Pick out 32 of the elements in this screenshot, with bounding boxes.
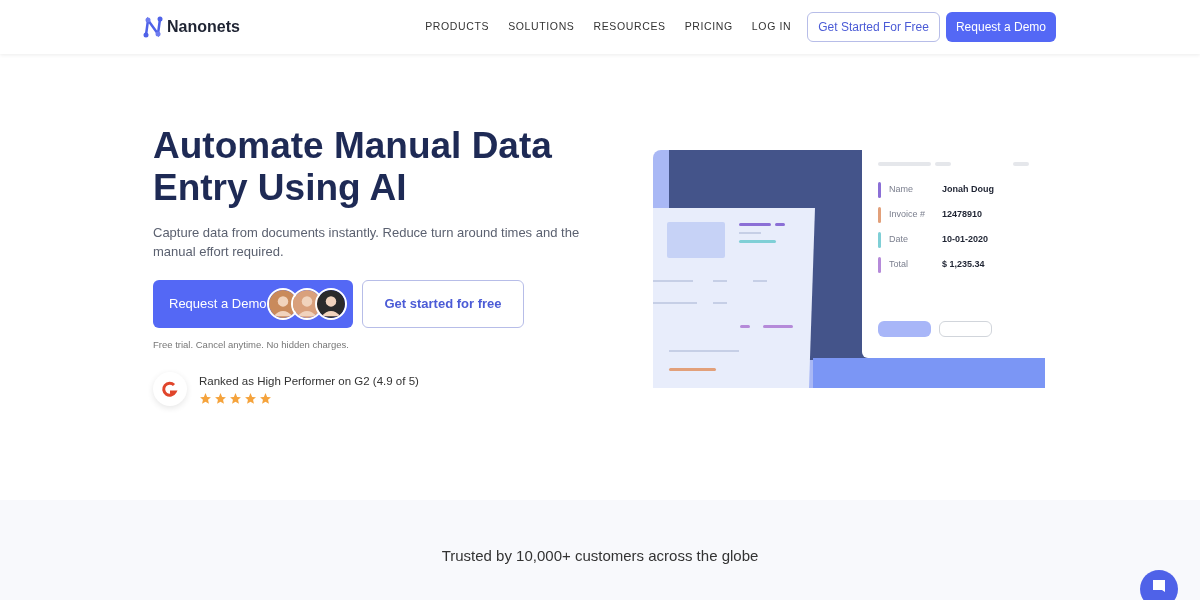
field-value: $ 1,235.34 xyxy=(942,258,985,272)
nav-link[interactable]: LOG IN xyxy=(751,19,792,35)
request-demo-button[interactable]: Request a Demo xyxy=(945,12,1056,42)
nav-link[interactable]: PRICING xyxy=(684,19,733,35)
star-icon xyxy=(259,392,272,406)
hero-title: Automate Manual Data Entry Using AI xyxy=(153,125,553,209)
field-label: Name xyxy=(889,183,914,197)
nav-link[interactable]: SOLUTIONS xyxy=(508,19,575,35)
star-icon xyxy=(214,392,227,406)
logo-icon xyxy=(143,16,163,38)
star-icon xyxy=(229,392,242,406)
field-value: 10-01-2020 xyxy=(942,233,989,247)
brand-name: Nanonets xyxy=(167,17,240,37)
star-icon xyxy=(244,392,257,406)
get-started-button[interactable]: Get started for free xyxy=(362,280,524,328)
trial-note: Free trial. Cancel anytime. No hidden charges. xyxy=(153,338,350,352)
nav-link[interactable]: PRODUCTS xyxy=(425,19,490,35)
g2-logo-icon xyxy=(161,380,179,399)
star-icon xyxy=(199,392,212,406)
nav-link[interactable]: RESOURCES xyxy=(593,19,666,35)
field-label: Date xyxy=(889,233,909,247)
field-value: Jonah Doug xyxy=(942,183,994,197)
field-label: Invoice # xyxy=(889,208,927,222)
get-started-button[interactable]: Get Started For Free xyxy=(807,12,940,42)
chat-icon xyxy=(1151,578,1167,594)
avatar-icon xyxy=(314,288,347,320)
field-label: Total xyxy=(889,258,909,272)
field-value: 12478910 xyxy=(942,208,983,222)
hero-subtitle: Capture data from documents instantly. Reduce turn around times and the manual effort required. xyxy=(153,224,581,261)
request-demo-button[interactable]: Request a Demo xyxy=(153,280,353,328)
rating-text: Ranked as High Performer on G2 (4.9 of 5) xyxy=(199,374,419,390)
trusted-text: Trusted by 10,000+ customers across the globe xyxy=(441,546,759,566)
